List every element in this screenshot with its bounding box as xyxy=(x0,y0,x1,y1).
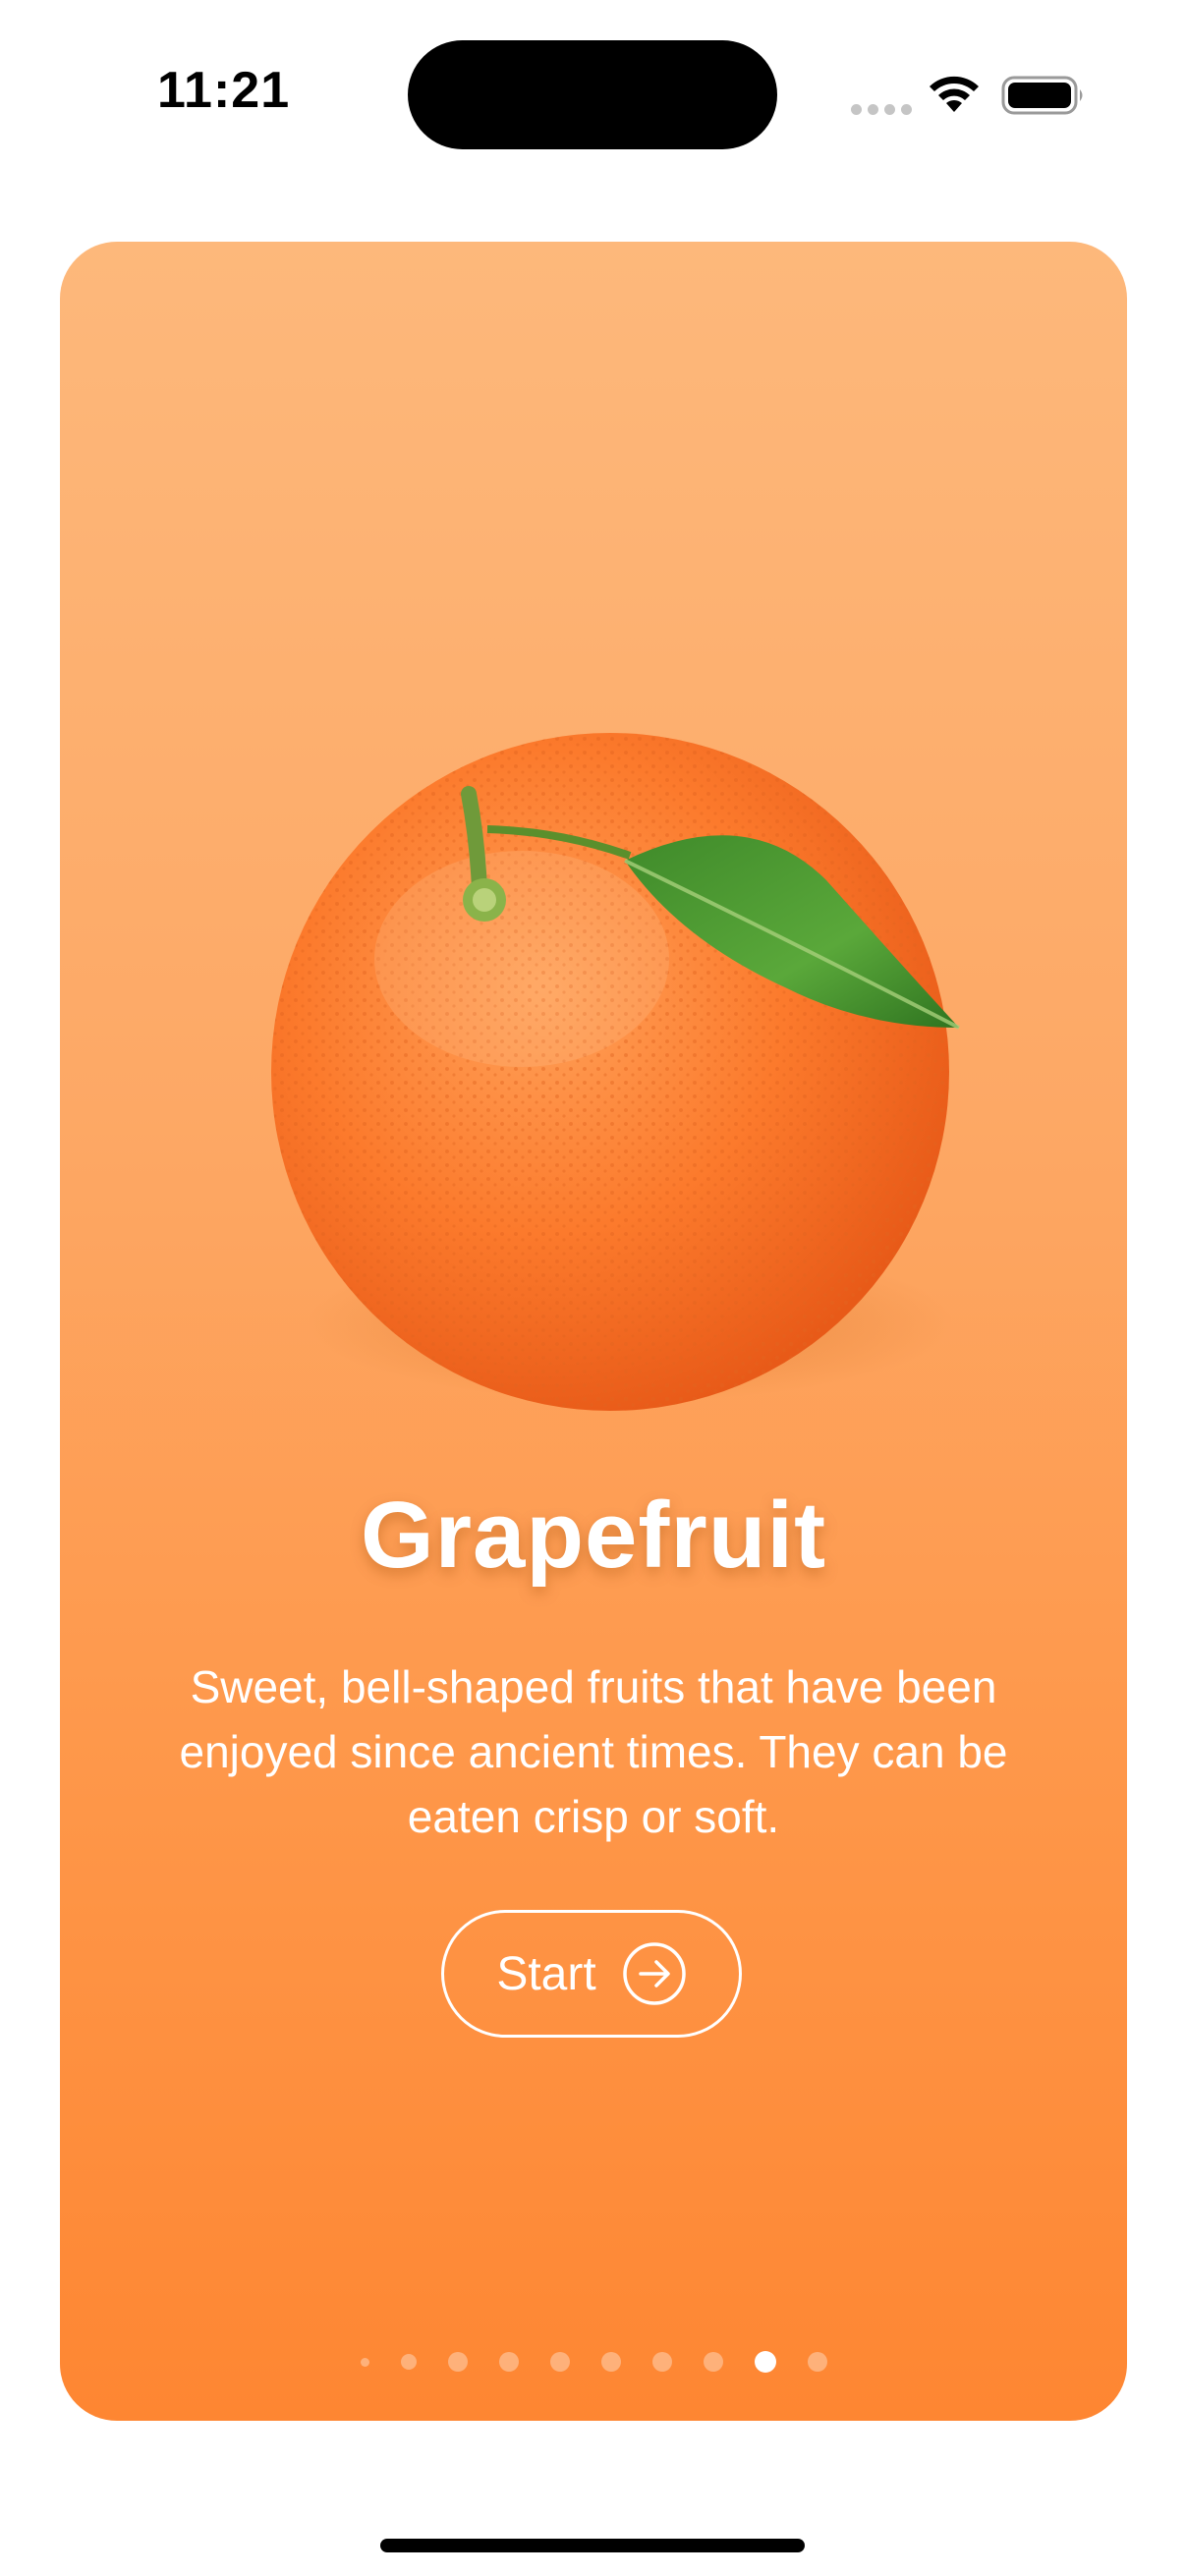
page-dot[interactable] xyxy=(600,2352,621,2372)
page-indicator[interactable] xyxy=(60,2342,1127,2381)
dynamic-island xyxy=(408,40,777,149)
fruit-description: Sweet, bell-shaped fruits that have been… xyxy=(179,1661,1008,1842)
page-dot-active[interactable] xyxy=(754,2351,776,2373)
wifi-icon xyxy=(930,76,979,112)
home-indicator[interactable] xyxy=(380,2539,805,2552)
grapefruit-image xyxy=(271,733,960,1411)
fruit-title: Grapefruit xyxy=(360,1483,827,1588)
start-button[interactable]: Start xyxy=(441,1910,742,2038)
page-dot[interactable] xyxy=(651,2352,672,2372)
start-button-label: Start xyxy=(496,1947,596,2000)
onboarding-card[interactable]: Grapefruit Sweet, bell-shaped fruits tha… xyxy=(60,242,1127,2421)
page-dot[interactable] xyxy=(400,2354,417,2370)
cellular-signal-icon xyxy=(851,104,912,115)
page-dot[interactable] xyxy=(360,2357,369,2367)
page-dot[interactable] xyxy=(447,2352,468,2372)
page-dot[interactable] xyxy=(807,2352,827,2372)
status-time: 11:21 xyxy=(157,62,291,119)
battery-icon xyxy=(1001,76,1083,115)
page-dot[interactable] xyxy=(549,2352,570,2372)
page-dot[interactable] xyxy=(498,2352,519,2372)
page-dot[interactable] xyxy=(703,2352,723,2372)
arrow-right-circle-icon xyxy=(622,1942,686,2005)
